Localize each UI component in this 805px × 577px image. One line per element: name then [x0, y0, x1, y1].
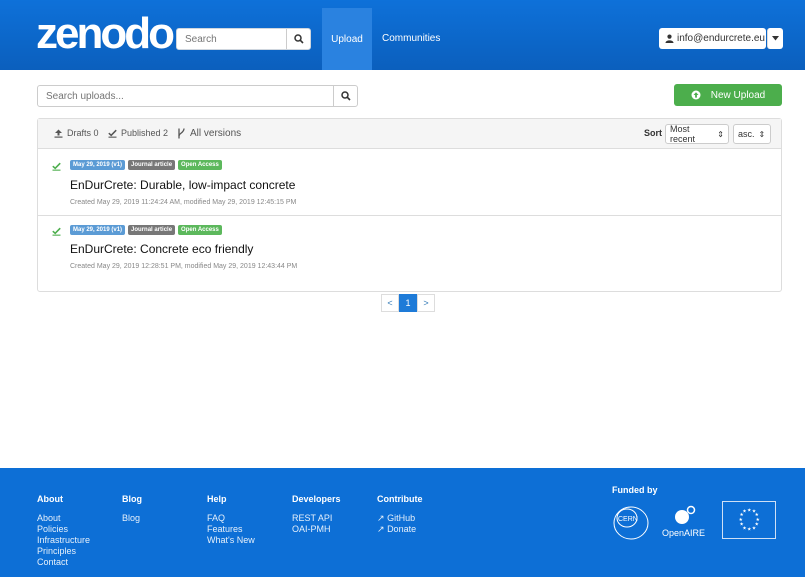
user-icon [665, 34, 674, 43]
openaire-logo-text: OpenAIRE [662, 528, 705, 538]
footer-contribute-column: Contribute ↗ GitHub ↗ Donate [377, 494, 423, 535]
footer-link-oai-pmh[interactable]: OAI-PMH [292, 524, 341, 535]
checkmark-icon [108, 129, 117, 138]
search-icon [293, 34, 304, 44]
footer-link-rest-api[interactable]: REST API [292, 513, 341, 524]
footer-heading: Developers [292, 494, 341, 504]
footer-link-features[interactable]: Features [207, 524, 255, 535]
select-arrows-icon: ⇕ [717, 129, 724, 139]
new-upload-label: New Upload [710, 89, 766, 101]
order-select[interactable]: asc. ⇕ [733, 124, 771, 144]
site-footer: About About Policies Infrastructure Prin… [0, 468, 805, 577]
drafts-filter[interactable]: Drafts 0 [54, 128, 99, 138]
global-search-input[interactable] [177, 29, 285, 50]
external-link-icon: ↗ [377, 513, 385, 523]
pagination: < 1 > [381, 294, 435, 312]
uploads-panel: Drafts 0 Published 2 All versions Sort M… [37, 118, 782, 292]
date-badge: May 29, 2019 (v1) [70, 225, 126, 235]
donate-label: Donate [387, 524, 417, 534]
footer-link-donate[interactable]: ↗ Donate [377, 524, 423, 535]
upload-record: May 29, 2019 (v1) Journal article Open A… [38, 215, 781, 277]
upload-record: May 29, 2019 (v1) Journal article Open A… [38, 149, 781, 211]
sort-label: Sort [644, 128, 662, 138]
footer-help-column: Help FAQ Features What's New [207, 494, 255, 546]
footer-heading: Contribute [377, 494, 423, 504]
footer-link-policies[interactable]: Policies [37, 524, 90, 535]
footer-heading: Blog [122, 494, 142, 504]
record-badges: May 29, 2019 (v1) Journal article Open A… [70, 225, 222, 235]
nav-communities-link[interactable]: Communities [382, 33, 440, 44]
upload-search-input[interactable] [38, 86, 328, 107]
access-badge: Open Access [178, 225, 222, 235]
branch-icon [178, 128, 185, 139]
global-search [176, 28, 311, 50]
global-search-button[interactable] [286, 29, 310, 49]
sort-value: Most recent [670, 124, 696, 144]
record-badges: May 29, 2019 (v1) Journal article Open A… [70, 160, 222, 170]
upload-search-button[interactable] [333, 86, 357, 106]
svg-text:★: ★ [747, 507, 751, 513]
zenodo-logo[interactable]: zenodo [36, 12, 175, 56]
external-link-icon: ↗ [377, 524, 385, 534]
footer-link-infrastructure[interactable]: Infrastructure [37, 535, 90, 546]
eu-flag-icon: ★ ★★ ★★★ ★★★ ★★★ [722, 501, 776, 539]
nav-upload-tab[interactable]: Upload [322, 8, 372, 70]
svg-text:★: ★ [742, 508, 746, 514]
upload-circle-icon [691, 90, 701, 100]
record-meta: Created May 29, 2019 11:24:24 AM, modifi… [70, 199, 297, 206]
user-account-button[interactable]: info@endurcrete.eu [659, 28, 766, 49]
date-badge: May 29, 2019 (v1) [70, 160, 126, 170]
pagination-page-1[interactable]: 1 [399, 294, 417, 312]
order-value: asc. [738, 129, 755, 139]
footer-about-column: About About Policies Infrastructure Prin… [37, 494, 90, 568]
record-title[interactable]: EnDurCrete: Durable, low-impact concrete [70, 178, 295, 192]
footer-link-contact[interactable]: Contact [37, 557, 90, 568]
svg-text:★: ★ [752, 525, 756, 531]
footer-link-whats-new[interactable]: What's New [207, 535, 255, 546]
type-badge: Journal article [128, 160, 176, 170]
footer-link-faq[interactable]: FAQ [207, 513, 255, 524]
record-meta: Created May 29, 2019 12:28:51 PM, modifi… [70, 263, 298, 270]
uploads-filter-bar: Drafts 0 Published 2 All versions Sort M… [38, 119, 781, 149]
footer-blog-column: Blog Blog [122, 494, 142, 524]
github-label: GitHub [387, 513, 416, 523]
drafts-label: Drafts 0 [67, 128, 99, 138]
footer-link-about[interactable]: About [37, 513, 90, 524]
published-filter[interactable]: Published 2 [108, 128, 168, 138]
pagination-prev[interactable]: < [381, 294, 399, 312]
upload-search [37, 85, 358, 107]
select-arrows-icon: ⇕ [758, 129, 766, 139]
all-versions-label: All versions [190, 128, 242, 139]
new-upload-button[interactable]: New Upload [674, 84, 782, 106]
pagination-next[interactable]: > [417, 294, 435, 312]
published-check-icon [52, 162, 61, 174]
svg-text:★: ★ [747, 526, 751, 532]
upload-icon [54, 129, 63, 138]
footer-link-principles[interactable]: Principles [37, 546, 90, 557]
search-icon [340, 91, 351, 101]
record-title[interactable]: EnDurCrete: Concrete eco friendly [70, 242, 253, 256]
footer-heading: About [37, 494, 63, 504]
cern-logo[interactable]: CERN [612, 505, 650, 541]
footer-heading: Help [207, 494, 227, 504]
sort-select[interactable]: Most recent ⇕ [665, 124, 729, 144]
type-badge: Journal article [128, 225, 176, 235]
cern-logo-text: CERN [618, 516, 638, 523]
footer-link-blog[interactable]: Blog [122, 513, 142, 524]
user-menu-toggle[interactable] [767, 28, 783, 49]
user-email: info@endurcrete.eu [677, 33, 765, 44]
footer-link-github[interactable]: ↗ GitHub [377, 513, 423, 524]
openaire-logo[interactable]: OpenAIRE [660, 504, 710, 540]
access-badge: Open Access [178, 160, 222, 170]
top-navbar: zenodo Upload Communities info@endurcret… [0, 0, 805, 70]
footer-developers-column: Developers REST API OAI-PMH [292, 494, 341, 535]
published-check-icon [52, 227, 61, 239]
funded-by-label: Funded by [612, 485, 658, 495]
published-label: Published 2 [121, 128, 169, 138]
all-versions-filter[interactable]: All versions [177, 128, 241, 139]
caret-down-icon [772, 36, 779, 41]
